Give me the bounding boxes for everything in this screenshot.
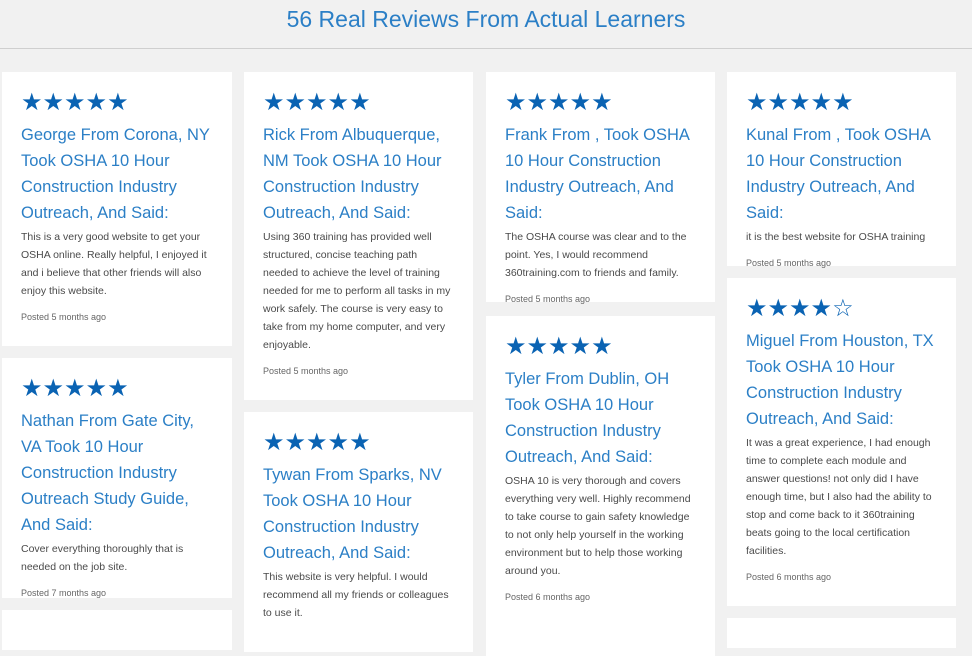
star-rating: ★★★★★ [505, 332, 613, 360]
review-text: It was a great experience, I had enough … [746, 437, 932, 557]
review-title: Rick From Albuquerque, NM Took OSHA 10 H… [263, 126, 442, 222]
star-rating: ★★★★★ [21, 88, 129, 116]
review-title: Tywan From Sparks, NV Took OSHA 10 Hour … [263, 466, 442, 562]
review-title: George From Corona, NY Took OSHA 10 Hour… [21, 126, 210, 222]
review-card: ★★★★★ Tywan From Sparks, NV Took OSHA 10… [244, 412, 473, 652]
review-card: ★★★★☆ Miguel From Houston, TX Took OSHA … [727, 278, 956, 606]
review-card: ★★★★★ Tyler From Dublin, OH Took OSHA 10… [486, 316, 715, 656]
posted-date: Posted 5 months ago [505, 294, 591, 304]
posted-date: Posted 6 months ago [505, 592, 591, 602]
review-text: OSHA 10 is very thorough and covers ever… [505, 475, 691, 577]
review-text: it is the best website for OSHA training [746, 231, 926, 243]
review-text: This is a very good website to get your … [21, 231, 207, 297]
review-card [727, 618, 956, 648]
review-text: Cover everything thoroughly that is need… [21, 543, 184, 573]
star-rating: ★★★★☆ [746, 294, 854, 322]
review-text: The OSHA course was clear and to the poi… [505, 231, 687, 279]
posted-date: Posted 5 months ago [746, 258, 832, 268]
review-card: ★★★★★ Rick From Albuquerque, NM Took OSH… [244, 72, 473, 400]
review-card: ★★★★★ Frank From , Took OSHA 10 Hour Con… [486, 72, 715, 304]
review-title: Tyler From Dublin, OH Took OSHA 10 Hour … [505, 370, 670, 466]
star-rating: ★★★★★ [21, 374, 129, 402]
review-text: Using 360 training has provided well str… [263, 231, 451, 351]
review-title: Miguel From Houston, TX Took OSHA 10 Hou… [746, 332, 934, 428]
review-text: This website is very helpful. I would re… [263, 571, 449, 619]
star-rating: ★★★★★ [746, 88, 854, 116]
posted-date: Posted 7 months ago [21, 588, 107, 598]
star-rating: ★★★★★ [263, 428, 371, 456]
page-title: 56 Real Reviews From Actual Learners [286, 6, 686, 32]
star-rating: ★★★★★ [505, 88, 613, 116]
review-card: ★★★★★ Nathan From Gate City, VA Took 10 … [2, 358, 232, 598]
reviews-header: 56 Real Reviews From Actual Learners [0, 0, 972, 49]
posted-date: Posted 5 months ago [263, 366, 349, 376]
review-card [2, 610, 232, 650]
review-title: Kunal From , Took OSHA 10 Hour Construct… [746, 126, 931, 222]
posted-date: Posted 5 months ago [21, 312, 107, 322]
review-title: Frank From , Took OSHA 10 Hour Construct… [505, 126, 689, 222]
star-rating: ★★★★★ [263, 88, 371, 116]
review-title: Nathan From Gate City, VA Took 10 Hour C… [21, 412, 195, 534]
review-card: ★★★★★ George From Corona, NY Took OSHA 1… [2, 72, 232, 346]
posted-date: Posted 6 months ago [746, 572, 832, 582]
review-card: ★★★★★ Kunal From , Took OSHA 10 Hour Con… [727, 72, 956, 268]
